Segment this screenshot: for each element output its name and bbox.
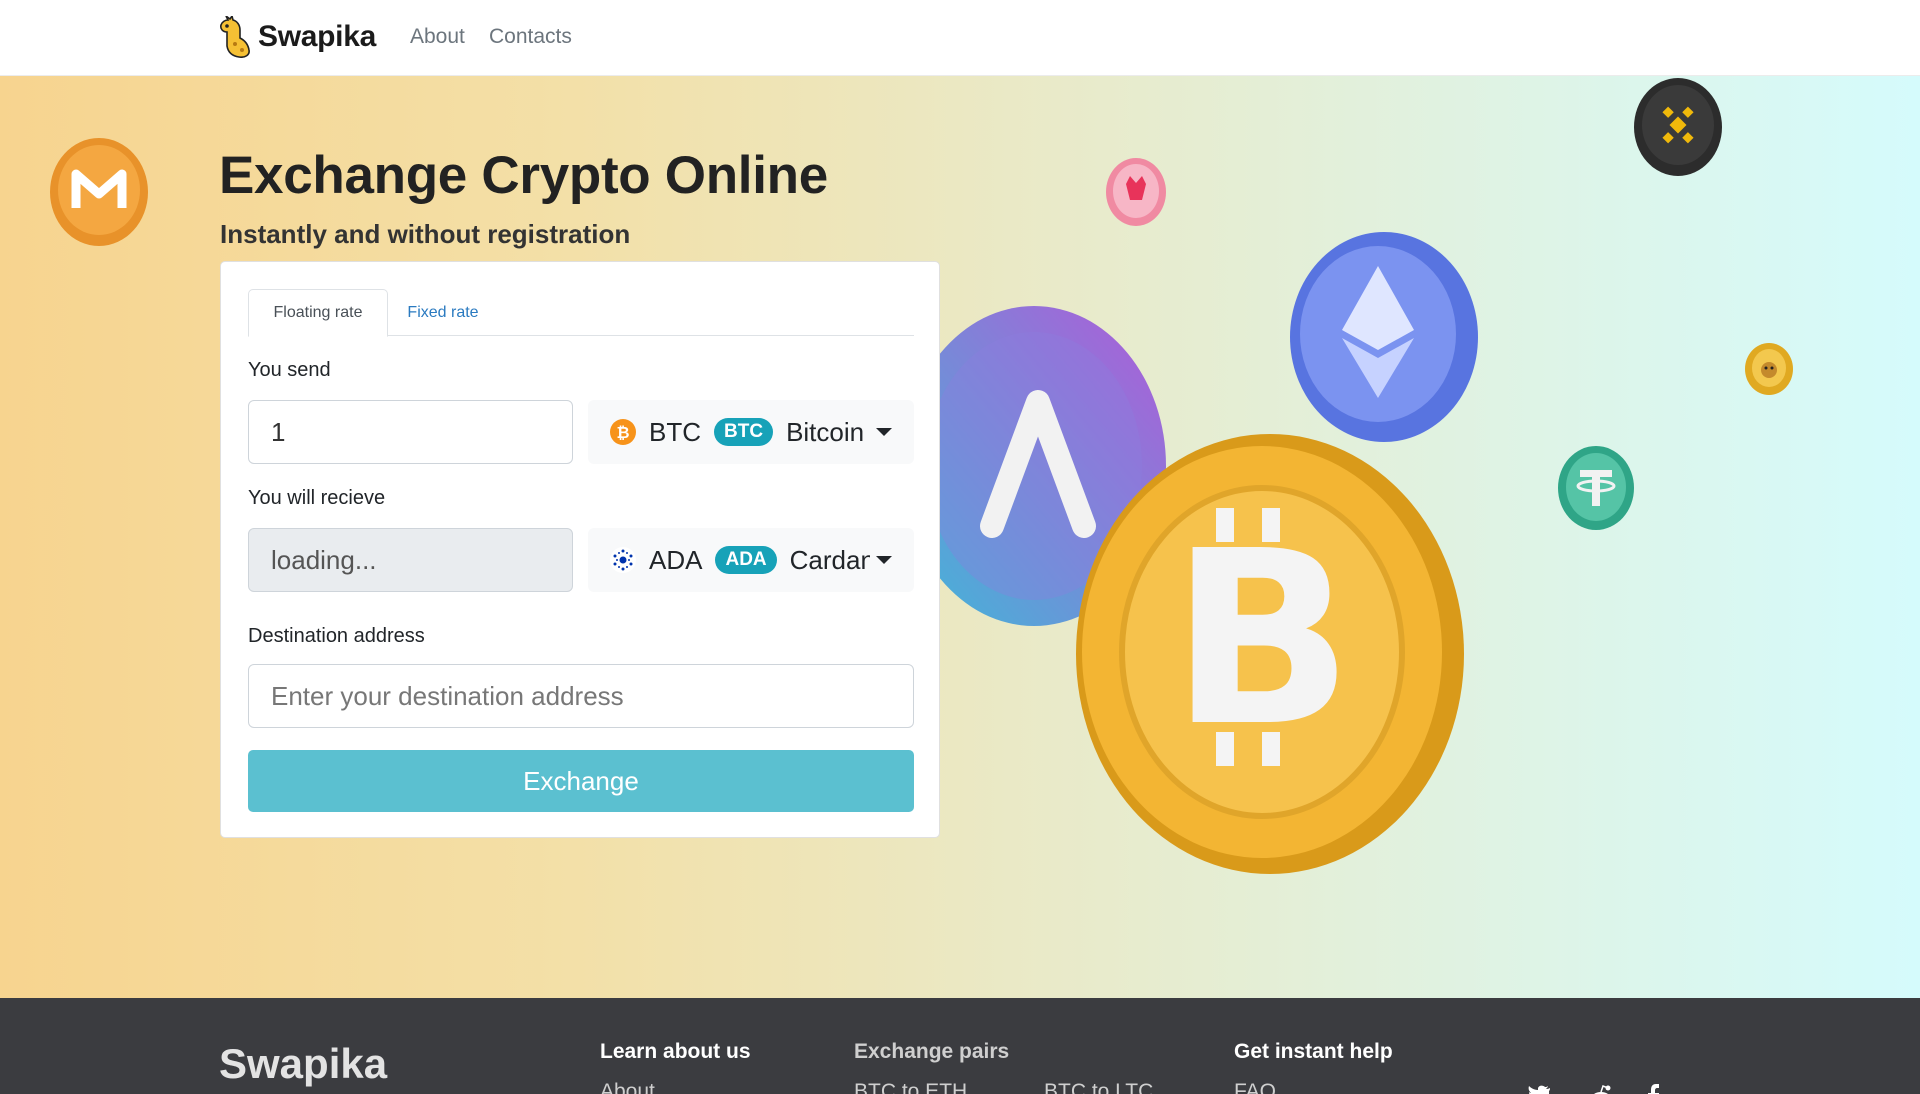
nav-link-contacts[interactable]: Contacts <box>489 25 572 49</box>
page-subtitle: Instantly and without registration <box>220 219 631 249</box>
giraffe-logo-icon <box>220 16 250 58</box>
ethereum-icon <box>1290 232 1478 442</box>
footer-brand[interactable]: Swapika <box>219 1040 387 1088</box>
footer-heading-pairs: Exchange pairs <box>854 1040 1010 1063</box>
brand-name: Swapika <box>258 20 376 53</box>
svg-text:₿: ₿ <box>616 423 629 442</box>
bitcoin-icon: B <box>1076 434 1464 874</box>
footer-heading-help: Get instant help <box>1234 1040 1393 1063</box>
reddit-icon[interactable] <box>1588 1082 1614 1094</box>
receive-coin-select[interactable]: ADA ADA Cardano <box>588 528 914 592</box>
hero-section: B Exchange Crypto Online Instantly and w… <box>0 76 1920 998</box>
receive-label: You will recieve <box>248 487 386 509</box>
dogecoin-icon <box>1745 343 1793 395</box>
destination-label: Destination address <box>248 625 425 647</box>
tab-floating-rate[interactable]: Floating rate <box>248 289 388 337</box>
navbar: Swapika About Contacts <box>0 0 1920 76</box>
bitcoin-icon: ₿ <box>610 419 636 445</box>
footer-link-faq[interactable]: FAQ <box>1234 1080 1276 1094</box>
receive-coin-name: Cardano <box>789 544 870 575</box>
footer: Swapika Learn about us About Exchange pa… <box>0 998 1920 1094</box>
footer-link-btc-eth[interactable]: BTC to ETH <box>854 1080 967 1094</box>
send-label: You send <box>248 359 331 381</box>
cardano-icon <box>610 547 636 573</box>
send-coin-select[interactable]: ₿ BTC BTC Bitcoin <box>588 400 914 464</box>
destination-address-input[interactable]: Enter your destination address <box>248 664 914 728</box>
page-title: Exchange Crypto Online <box>219 146 828 205</box>
monero-icon <box>50 138 148 246</box>
twitter-icon[interactable] <box>1526 1082 1552 1094</box>
send-coin-name: Bitcoin <box>786 416 865 447</box>
send-coin-badge: BTC <box>714 418 774 446</box>
footer-link-about[interactable]: About <box>600 1080 655 1094</box>
binance-icon <box>1634 78 1722 176</box>
chevron-down-icon <box>876 556 892 564</box>
footer-heading-learn: Learn about us <box>600 1040 751 1063</box>
chevron-down-icon <box>876 428 892 436</box>
rate-tabs: Floating rate Fixed rate <box>248 289 914 337</box>
send-coin-ticker: BTC <box>649 416 701 447</box>
tether-icon <box>1558 446 1634 530</box>
receive-coin-badge: ADA <box>715 546 777 574</box>
send-amount-input[interactable]: 1 <box>248 400 573 464</box>
shiba-icon <box>1106 158 1166 226</box>
exchange-form-card: Floating rate Fixed rate You send 1 ₿ BT… <box>220 261 940 838</box>
exchange-button[interactable]: Exchange <box>248 750 914 812</box>
nav-link-about[interactable]: About <box>410 25 465 49</box>
brand[interactable]: Swapika <box>218 16 376 58</box>
footer-link-btc-ltc[interactable]: BTC to LTC <box>1044 1080 1153 1094</box>
receive-amount-field: loading... <box>248 528 573 592</box>
tab-fixed-rate[interactable]: Fixed rate <box>388 289 498 337</box>
facebook-icon[interactable] <box>1640 1082 1666 1094</box>
receive-coin-ticker: ADA <box>649 544 703 575</box>
